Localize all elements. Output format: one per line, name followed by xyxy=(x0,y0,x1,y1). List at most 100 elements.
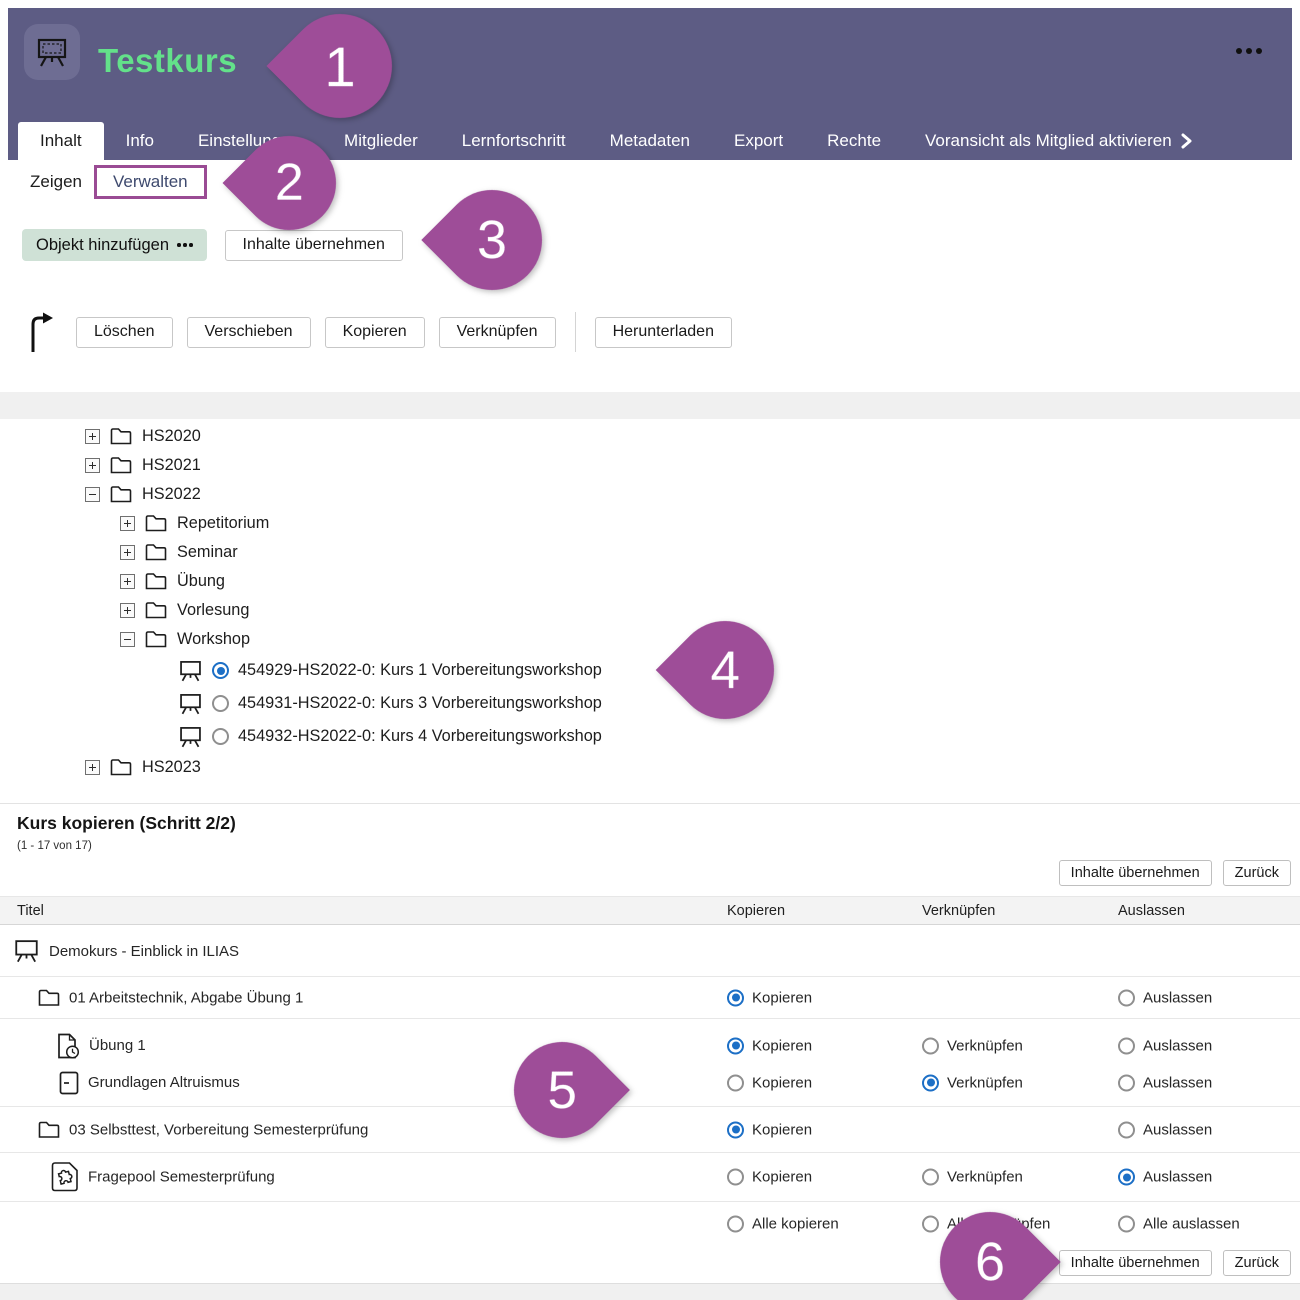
radio[interactable] xyxy=(1118,1074,1135,1091)
expand-icon[interactable] xyxy=(85,458,100,473)
col-verknuepfen: Verknüpfen xyxy=(922,903,995,919)
radio[interactable] xyxy=(1118,1121,1135,1138)
tab-export[interactable]: Export xyxy=(712,122,805,160)
table-row: Grundlagen Altruismus Kopieren Verknüpfe… xyxy=(0,1064,1300,1101)
tree-node-seminar[interactable]: Seminar xyxy=(85,538,602,567)
tree-node-hs2020[interactable]: HS2020 xyxy=(85,422,602,451)
table-buttons-top: Inhalte übernehmen Zurück xyxy=(1059,860,1291,886)
radio-selected[interactable] xyxy=(727,1121,744,1138)
expand-icon[interactable] xyxy=(85,429,100,444)
section-band xyxy=(0,392,1300,419)
table-row-group: Übung 1 Kopieren Verknüpfen Auslassen Gr… xyxy=(0,1019,1300,1107)
folder-icon xyxy=(38,989,60,1006)
link-button[interactable]: Verknüpfen xyxy=(439,317,556,348)
tree-node-hs2023[interactable]: HS2023 xyxy=(85,753,602,782)
radio-selected[interactable] xyxy=(727,989,744,1006)
adopt-content-button[interactable]: Inhalte übernehmen xyxy=(225,230,403,261)
move-button[interactable]: Verschieben xyxy=(187,317,311,348)
option-kopieren[interactable]: Kopieren xyxy=(727,1121,812,1138)
tree-node-vorlesung[interactable]: Vorlesung xyxy=(85,596,602,625)
table-row: Demokurs - Einblick in ILIAS xyxy=(0,926,1300,977)
tree-node-repetitorium[interactable]: Repetitorium xyxy=(85,509,602,538)
radio[interactable] xyxy=(1118,989,1135,1006)
tab-metadaten[interactable]: Metadaten xyxy=(588,122,712,160)
radio[interactable] xyxy=(922,1037,939,1054)
tab-inhalt[interactable]: Inhalt xyxy=(18,122,104,160)
tab-lernfortschritt[interactable]: Lernfortschritt xyxy=(440,122,588,160)
radio-course[interactable] xyxy=(212,728,229,745)
folder-icon xyxy=(110,457,132,474)
tab-rechte[interactable]: Rechte xyxy=(805,122,903,160)
folder-icon xyxy=(38,1121,60,1138)
radio-course-selected[interactable] xyxy=(212,662,229,679)
radio[interactable] xyxy=(922,1169,939,1186)
tree-node-uebung[interactable]: Übung xyxy=(85,567,602,596)
option-verknuepfen[interactable]: Verknüpfen xyxy=(922,1074,1023,1091)
subtab-bar: Zeigen Verwalten xyxy=(30,165,207,199)
option-kopieren[interactable]: Kopieren xyxy=(727,1074,812,1091)
table-row: 01 Arbeitstechnik, Abgabe Übung 1 Kopier… xyxy=(0,977,1300,1019)
option-kopieren[interactable]: Kopieren xyxy=(727,1037,812,1054)
annotation-marker-4: 4 xyxy=(656,601,795,740)
radio[interactable] xyxy=(922,1216,939,1233)
tree-course-kurs1[interactable]: 454929-HS2022-0: Kurs 1 Vorbereitungswor… xyxy=(85,654,602,687)
option-auslassen[interactable]: Auslassen xyxy=(1118,1121,1212,1138)
expand-icon[interactable] xyxy=(120,545,135,560)
tab-voransicht[interactable]: Voransicht als Mitglied aktivieren xyxy=(903,122,1214,160)
radio-selected[interactable] xyxy=(1118,1169,1135,1186)
adopt-content-button-bottom[interactable]: Inhalte übernehmen xyxy=(1059,1250,1212,1276)
row-title: Demokurs - Einblick in ILIAS xyxy=(49,943,239,960)
tree-course-kurs3[interactable]: 454931-HS2022-0: Kurs 3 Vorbereitungswor… xyxy=(85,687,602,720)
repository-tree: HS2020 HS2021 HS2022 Repetitorium Semina… xyxy=(85,422,602,782)
radio[interactable] xyxy=(727,1169,744,1186)
expand-icon[interactable] xyxy=(85,760,100,775)
collapse-icon[interactable] xyxy=(120,632,135,647)
back-button-bottom[interactable]: Zurück xyxy=(1223,1250,1291,1276)
question-pool-icon xyxy=(50,1162,79,1193)
tree-node-hs2021[interactable]: HS2021 xyxy=(85,451,602,480)
copy-button[interactable]: Kopieren xyxy=(325,317,425,348)
folder-icon xyxy=(145,602,167,619)
row-title: Übung 1 xyxy=(89,1037,146,1054)
radio[interactable] xyxy=(1118,1037,1135,1054)
add-object-button[interactable]: Objekt hinzufügen xyxy=(22,229,207,261)
option-alle-auslassen[interactable]: Alle auslassen xyxy=(1118,1216,1240,1233)
table-footer-row: Alle kopieren Alle verknüpfen Alle ausla… xyxy=(0,1202,1300,1246)
option-auslassen[interactable]: Auslassen xyxy=(1118,989,1212,1006)
radio[interactable] xyxy=(727,1074,744,1091)
more-actions-icon[interactable] xyxy=(1236,48,1262,54)
radio-course[interactable] xyxy=(212,695,229,712)
option-auslassen[interactable]: Auslassen xyxy=(1118,1037,1212,1054)
tree-node-hs2022[interactable]: HS2022 xyxy=(85,480,602,509)
delete-button[interactable]: Löschen xyxy=(76,317,173,348)
back-button-top[interactable]: Zurück xyxy=(1223,860,1291,886)
collapse-icon[interactable] xyxy=(85,487,100,502)
adopt-content-button-top[interactable]: Inhalte übernehmen xyxy=(1059,860,1212,886)
tree-node-workshop[interactable]: Workshop xyxy=(85,625,602,654)
expand-icon[interactable] xyxy=(120,574,135,589)
radio-selected[interactable] xyxy=(922,1074,939,1091)
radio-selected[interactable] xyxy=(727,1037,744,1054)
option-auslassen[interactable]: Auslassen xyxy=(1118,1169,1212,1186)
tab-mitglieder[interactable]: Mitglieder xyxy=(322,122,440,160)
expand-icon[interactable] xyxy=(120,603,135,618)
option-kopieren[interactable]: Kopieren xyxy=(727,1169,812,1186)
subtab-zeigen[interactable]: Zeigen xyxy=(30,172,82,192)
download-button[interactable]: Herunterladen xyxy=(595,317,732,348)
section-divider xyxy=(0,803,1300,804)
option-kopieren[interactable]: Kopieren xyxy=(727,989,812,1006)
option-verknuepfen[interactable]: Verknüpfen xyxy=(922,1037,1023,1054)
tree-course-kurs4[interactable]: 454932-HS2022-0: Kurs 4 Vorbereitungswor… xyxy=(85,720,602,753)
option-alle-kopieren[interactable]: Alle kopieren xyxy=(727,1216,839,1233)
folder-icon xyxy=(145,544,167,561)
course-icon xyxy=(13,938,40,964)
option-verknuepfen[interactable]: Verknüpfen xyxy=(922,1169,1023,1186)
subtab-verwalten[interactable]: Verwalten xyxy=(94,165,207,199)
radio[interactable] xyxy=(1118,1216,1135,1233)
option-auslassen[interactable]: Auslassen xyxy=(1118,1074,1212,1091)
radio[interactable] xyxy=(727,1216,744,1233)
col-kopieren: Kopieren xyxy=(727,903,785,919)
col-titel: Titel xyxy=(17,903,44,919)
tab-info[interactable]: Info xyxy=(104,122,176,160)
expand-icon[interactable] xyxy=(120,516,135,531)
